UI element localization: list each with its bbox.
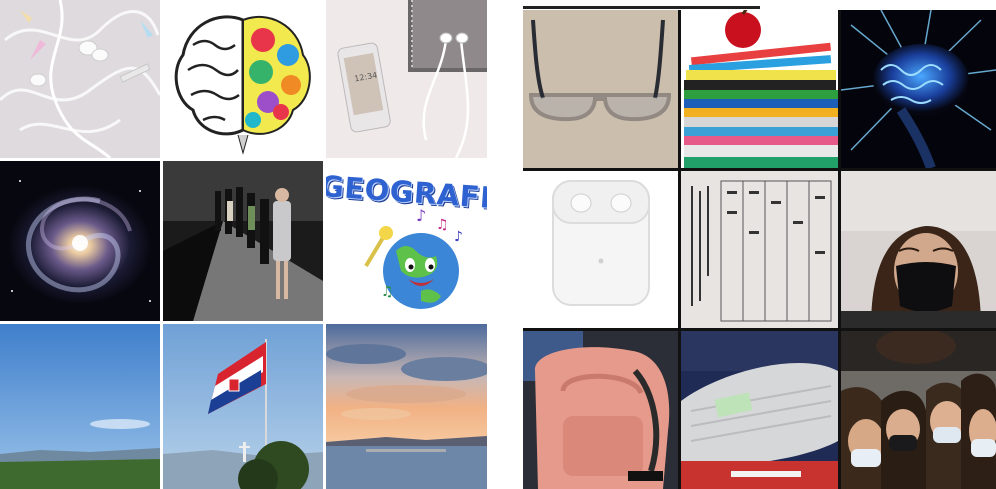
svg-text:♫: ♫ — [381, 284, 394, 300]
selfie-mask-photo — [841, 171, 996, 328]
svg-text:♫: ♫ — [436, 217, 449, 233]
phone-notebook-photo: 12:34 — [326, 0, 487, 158]
glowing-brain-image — [841, 10, 996, 168]
glasses-photo — [523, 10, 678, 168]
sky-hills-photo — [0, 324, 160, 489]
pink-backpack-photo — [523, 331, 678, 489]
right-collage — [523, 10, 996, 489]
books-apple-photo — [681, 10, 838, 168]
fashion-runway-photo — [163, 161, 323, 321]
airpods-photo — [523, 171, 678, 328]
sunset-sea-photo — [326, 324, 487, 489]
left-collage: 12:34 ♪ ♫ ♪ ♫ GEOGRAFIJA — [0, 0, 487, 489]
worksheet-tables-photo — [681, 171, 838, 328]
brain-doodle-illustration — [163, 0, 323, 158]
svg-text:♪: ♪ — [454, 229, 463, 245]
geography-illustration: ♪ ♫ ♪ ♫ GEOGRAFIJA — [326, 161, 487, 321]
pencil-case-photo — [681, 331, 838, 489]
group-selfie-photo — [841, 331, 996, 489]
croatian-flag-photo — [163, 324, 323, 489]
earphones-photo — [0, 0, 160, 158]
top-bar — [523, 6, 760, 9]
galaxy-photo — [0, 161, 160, 321]
